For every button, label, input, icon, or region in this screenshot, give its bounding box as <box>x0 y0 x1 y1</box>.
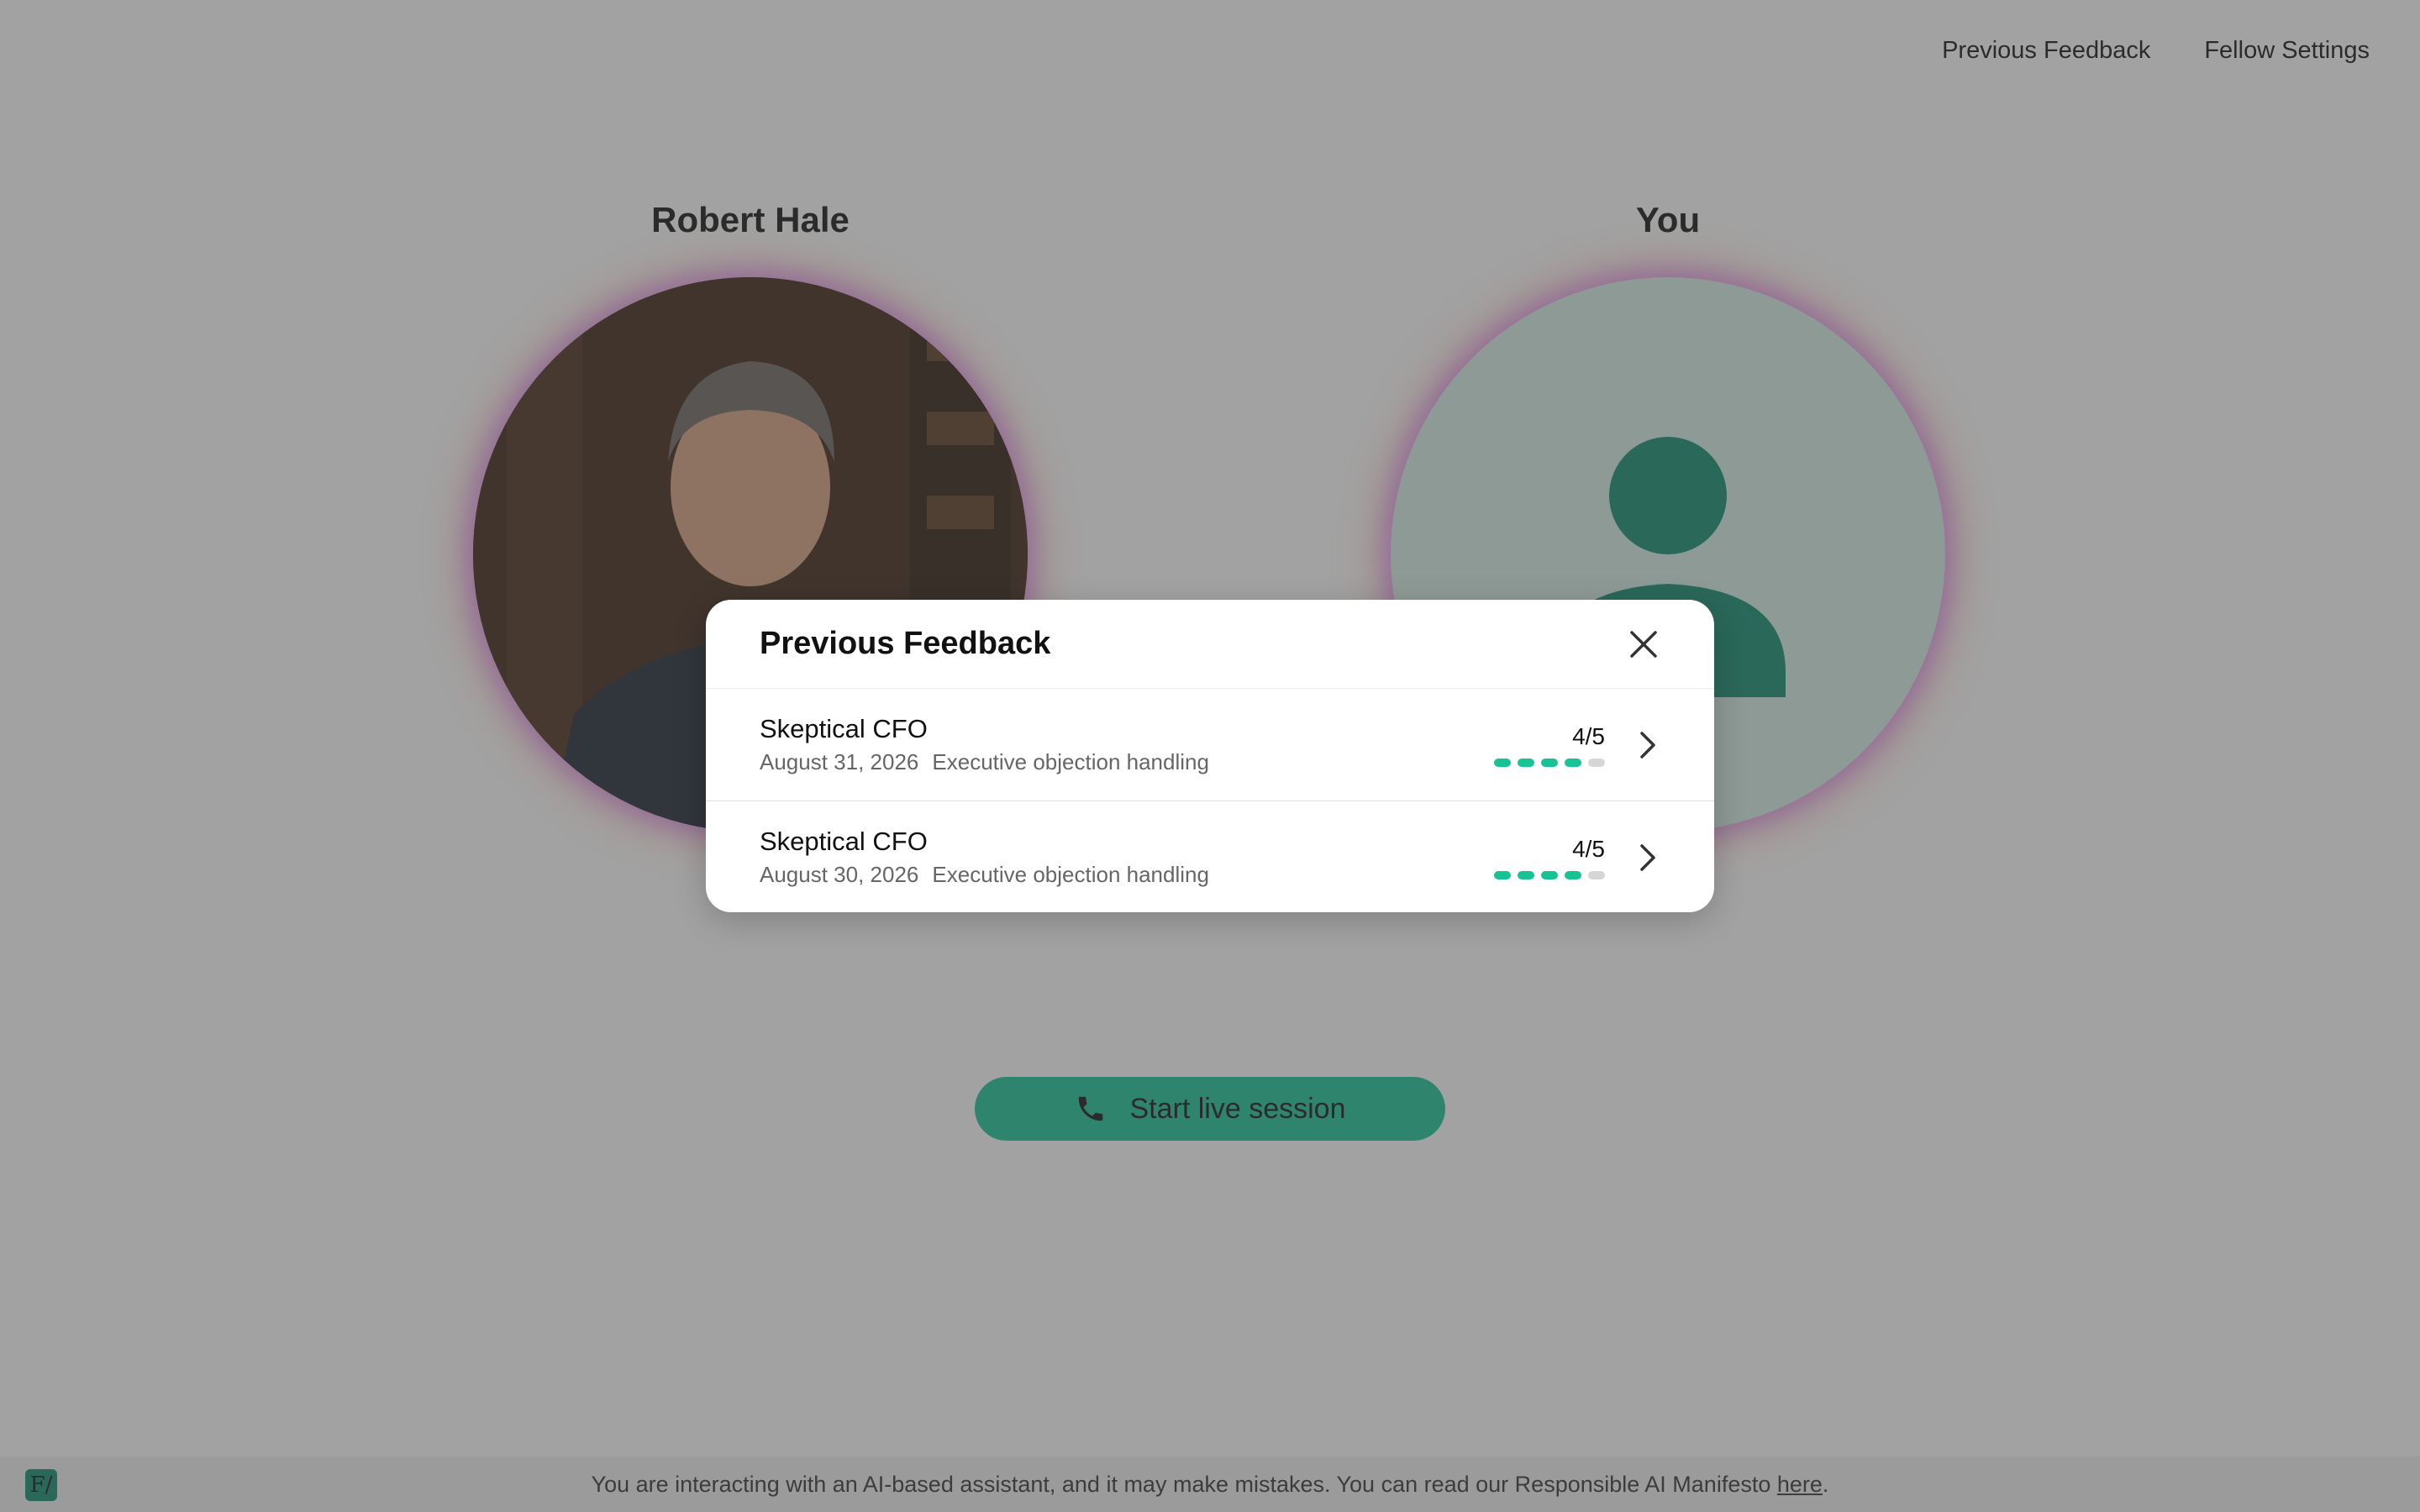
feedback-item-topic: Executive objection handling <box>932 862 1209 887</box>
feedback-item[interactable]: Skeptical CFO August 30, 2026 Executive o… <box>706 801 1714 912</box>
rating-dot-filled <box>1518 758 1534 767</box>
feedback-score-text: 4/5 <box>1572 835 1605 862</box>
rating-dots <box>1494 758 1605 767</box>
rating-dot-filled <box>1541 870 1558 879</box>
feedback-item-title: Skeptical CFO <box>760 714 928 743</box>
rating-dot-empty <box>1588 758 1605 767</box>
feedback-item-date: August 31, 2026 <box>760 749 919 774</box>
feedback-item[interactable]: Skeptical CFO August 31, 2026 Executive o… <box>706 689 1714 801</box>
rating-dot-filled <box>1518 870 1534 879</box>
rating-dot-filled <box>1565 870 1581 879</box>
previous-feedback-modal: Previous Feedback Skeptical CFO August 3… <box>706 600 1714 912</box>
rating-dot-filled <box>1494 870 1511 879</box>
rating-dot-empty <box>1588 870 1605 879</box>
feedback-item-info: Skeptical CFO August 31, 2026 Executive o… <box>760 714 1494 775</box>
rating-dot-filled <box>1565 758 1581 767</box>
feedback-item-meta: August 31, 2026 Executive objection handl… <box>760 749 1494 775</box>
feedback-item-meta: August 30, 2026 Executive objection handl… <box>760 862 1494 888</box>
feedback-item-score: 4/5 <box>1494 723 1605 767</box>
close-icon[interactable] <box>1627 627 1660 661</box>
feedback-score-text: 4/5 <box>1572 722 1605 749</box>
feedback-item-score: 4/5 <box>1494 836 1605 879</box>
rating-dot-filled <box>1494 758 1511 767</box>
feedback-item-info: Skeptical CFO August 30, 2026 Executive o… <box>760 827 1494 888</box>
chevron-right-icon <box>1640 731 1655 759</box>
feedback-item-title: Skeptical CFO <box>760 827 928 856</box>
chevron-right-icon <box>1640 843 1655 871</box>
modal-header: Previous Feedback <box>706 600 1714 689</box>
feedback-item-topic: Executive objection handling <box>932 749 1209 774</box>
modal-title: Previous Feedback <box>760 626 1051 661</box>
feedback-item-date: August 30, 2026 <box>760 862 919 887</box>
rating-dots <box>1494 870 1605 879</box>
rating-dot-filled <box>1541 758 1558 767</box>
